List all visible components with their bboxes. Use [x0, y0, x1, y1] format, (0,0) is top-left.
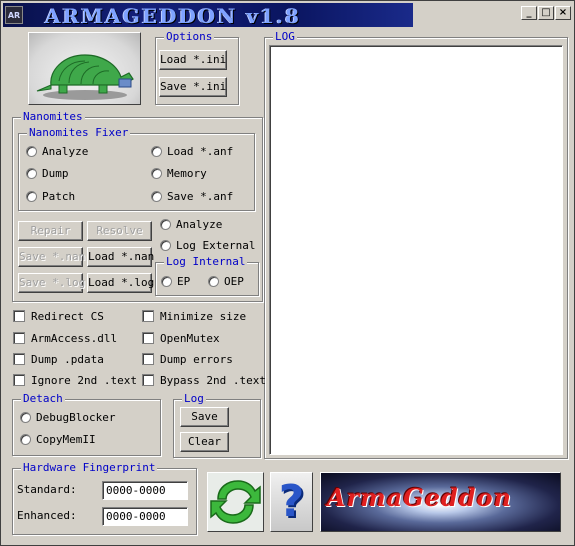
enhanced-label: Enhanced: — [17, 509, 77, 522]
nanomites-fixer-label: Nanomites Fixer — [27, 126, 131, 139]
log-internal-label: Log Internal — [164, 255, 248, 268]
resolve-button[interactable]: Resolve — [87, 221, 152, 241]
radio-dot — [151, 168, 162, 179]
title-bar: AR ARMAGEDDON v1.8 _ □ × — [1, 1, 574, 28]
checkbox-minimize-size[interactable]: Minimize size — [142, 310, 246, 323]
radio-ep-label: EP — [177, 275, 191, 288]
standard-label: Standard: — [17, 483, 77, 496]
radio-dot — [160, 240, 171, 251]
radio-dot — [20, 412, 31, 423]
main-window: AR ARMAGEDDON v1.8 _ □ × Options Load *.… — [0, 0, 575, 546]
radio-dot — [208, 276, 219, 287]
checkbox-box — [142, 332, 154, 344]
radio-dot — [161, 276, 172, 287]
radio-patch[interactable]: Patch — [26, 190, 75, 203]
fingerprint-label: Hardware Fingerprint — [21, 461, 158, 474]
enhanced-field[interactable]: 0000-0000 — [102, 507, 188, 526]
checkbox-openmutex[interactable]: OpenMutex — [142, 332, 220, 345]
checkbox-armaccess-label: ArmAccess.dll — [31, 332, 118, 345]
radio-analyze-label: Analyze — [42, 145, 89, 158]
title-banner: AR ARMAGEDDON v1.8 — [3, 3, 413, 28]
checkbox-box — [13, 374, 25, 386]
checkbox-minimize-size-label: Minimize size — [160, 310, 247, 323]
radio-save-anf-label: Save *.anf — [167, 190, 234, 203]
radio-load-anf[interactable]: Load *.anf — [151, 145, 233, 158]
checkbox-bypass-text[interactable]: Bypass 2nd .text — [142, 374, 266, 387]
armadillo-logo-icon — [28, 32, 141, 105]
load-log-button[interactable]: Load *.log — [87, 273, 154, 293]
checkbox-box — [13, 353, 25, 365]
radio-copymem[interactable]: CopyMemII — [20, 433, 96, 446]
repair-button[interactable]: Repair — [18, 221, 83, 241]
radio-copymem-label: CopyMemII — [36, 433, 96, 446]
checkbox-dump-errors[interactable]: Dump errors — [142, 353, 233, 366]
load-ini-button[interactable]: Load *.ini — [159, 50, 227, 70]
radio-dot — [20, 434, 31, 445]
checkbox-dump-errors-label: Dump errors — [160, 353, 233, 366]
radio-analyze[interactable]: Analyze — [26, 145, 88, 158]
load-nan-button[interactable]: Load *.nan — [87, 247, 154, 267]
radio-log-external-label: Log External — [176, 239, 256, 252]
log-save-button[interactable]: Save — [180, 407, 229, 427]
radio-dump[interactable]: Dump — [26, 167, 69, 180]
refresh-icon[interactable] — [207, 472, 264, 532]
log-label: LOG — [273, 30, 297, 43]
checkbox-box — [13, 310, 25, 322]
radio-oep-label: OEP — [224, 275, 244, 288]
radio-dot — [151, 146, 162, 157]
radio-ep[interactable]: EP — [161, 275, 190, 288]
radio-debugblocker-label: DebugBlocker — [36, 411, 116, 424]
checkbox-box — [13, 332, 25, 344]
log-clear-button[interactable]: Clear — [180, 432, 229, 452]
window-title: ARMAGEDDON v1.8 — [45, 4, 301, 28]
checkbox-redirect-cs-label: Redirect CS — [31, 310, 104, 323]
minimize-button[interactable]: _ — [521, 6, 537, 20]
checkbox-dump-pdata-label: Dump .pdata — [31, 353, 104, 366]
log-buttons-label: Log — [182, 392, 206, 405]
checkbox-box — [142, 353, 154, 365]
radio-dot — [160, 219, 171, 230]
radio-nm-analyze-label: Analyze — [176, 218, 223, 231]
checkbox-ignore-text-label: Ignore 2nd .text — [31, 374, 137, 387]
radio-debugblocker[interactable]: DebugBlocker — [20, 411, 115, 424]
nanomites-label: Nanomites — [21, 110, 85, 123]
standard-field[interactable]: 0000-0000 — [102, 481, 188, 500]
app-icon[interactable]: AR — [5, 6, 23, 24]
save-log-button[interactable]: Save *.log — [18, 273, 85, 293]
banner-text: ArmaGeddon — [327, 483, 512, 512]
help-icon[interactable]: ? — [270, 472, 313, 532]
checkbox-ignore-text[interactable]: Ignore 2nd .text — [13, 374, 137, 387]
maximize-button[interactable]: □ — [538, 6, 554, 20]
radio-save-anf[interactable]: Save *.anf — [151, 190, 233, 203]
radio-dot — [26, 168, 37, 179]
close-button[interactable]: × — [555, 6, 571, 20]
save-ini-button[interactable]: Save *.ini — [159, 77, 227, 97]
radio-dot — [151, 191, 162, 202]
help-glyph: ? — [278, 476, 305, 527]
checkbox-box — [142, 374, 154, 386]
armageddon-banner: ArmaGeddon — [320, 472, 561, 532]
radio-nm-analyze[interactable]: Analyze — [160, 218, 222, 231]
radio-patch-label: Patch — [42, 190, 76, 203]
radio-load-anf-label: Load *.anf — [167, 145, 234, 158]
radio-memory[interactable]: Memory — [151, 167, 207, 180]
radio-dump-label: Dump — [42, 167, 69, 180]
radio-dot — [26, 146, 37, 157]
detach-group: Detach — [12, 392, 161, 456]
checkbox-bypass-text-label: Bypass 2nd .text — [160, 374, 266, 387]
detach-label: Detach — [21, 392, 65, 405]
radio-oep[interactable]: OEP — [208, 275, 244, 288]
checkbox-box — [142, 310, 154, 322]
options-label: Options — [164, 30, 215, 43]
save-nan-button[interactable]: Save *.nan — [18, 247, 85, 267]
checkbox-redirect-cs[interactable]: Redirect CS — [13, 310, 104, 323]
radio-log-external[interactable]: Log External — [160, 239, 255, 252]
radio-dot — [26, 191, 37, 202]
radio-memory-label: Memory — [167, 167, 207, 180]
log-output[interactable] — [269, 45, 563, 455]
checkbox-openmutex-label: OpenMutex — [160, 332, 220, 345]
checkbox-dump-pdata[interactable]: Dump .pdata — [13, 353, 104, 366]
checkbox-armaccess[interactable]: ArmAccess.dll — [13, 332, 117, 345]
